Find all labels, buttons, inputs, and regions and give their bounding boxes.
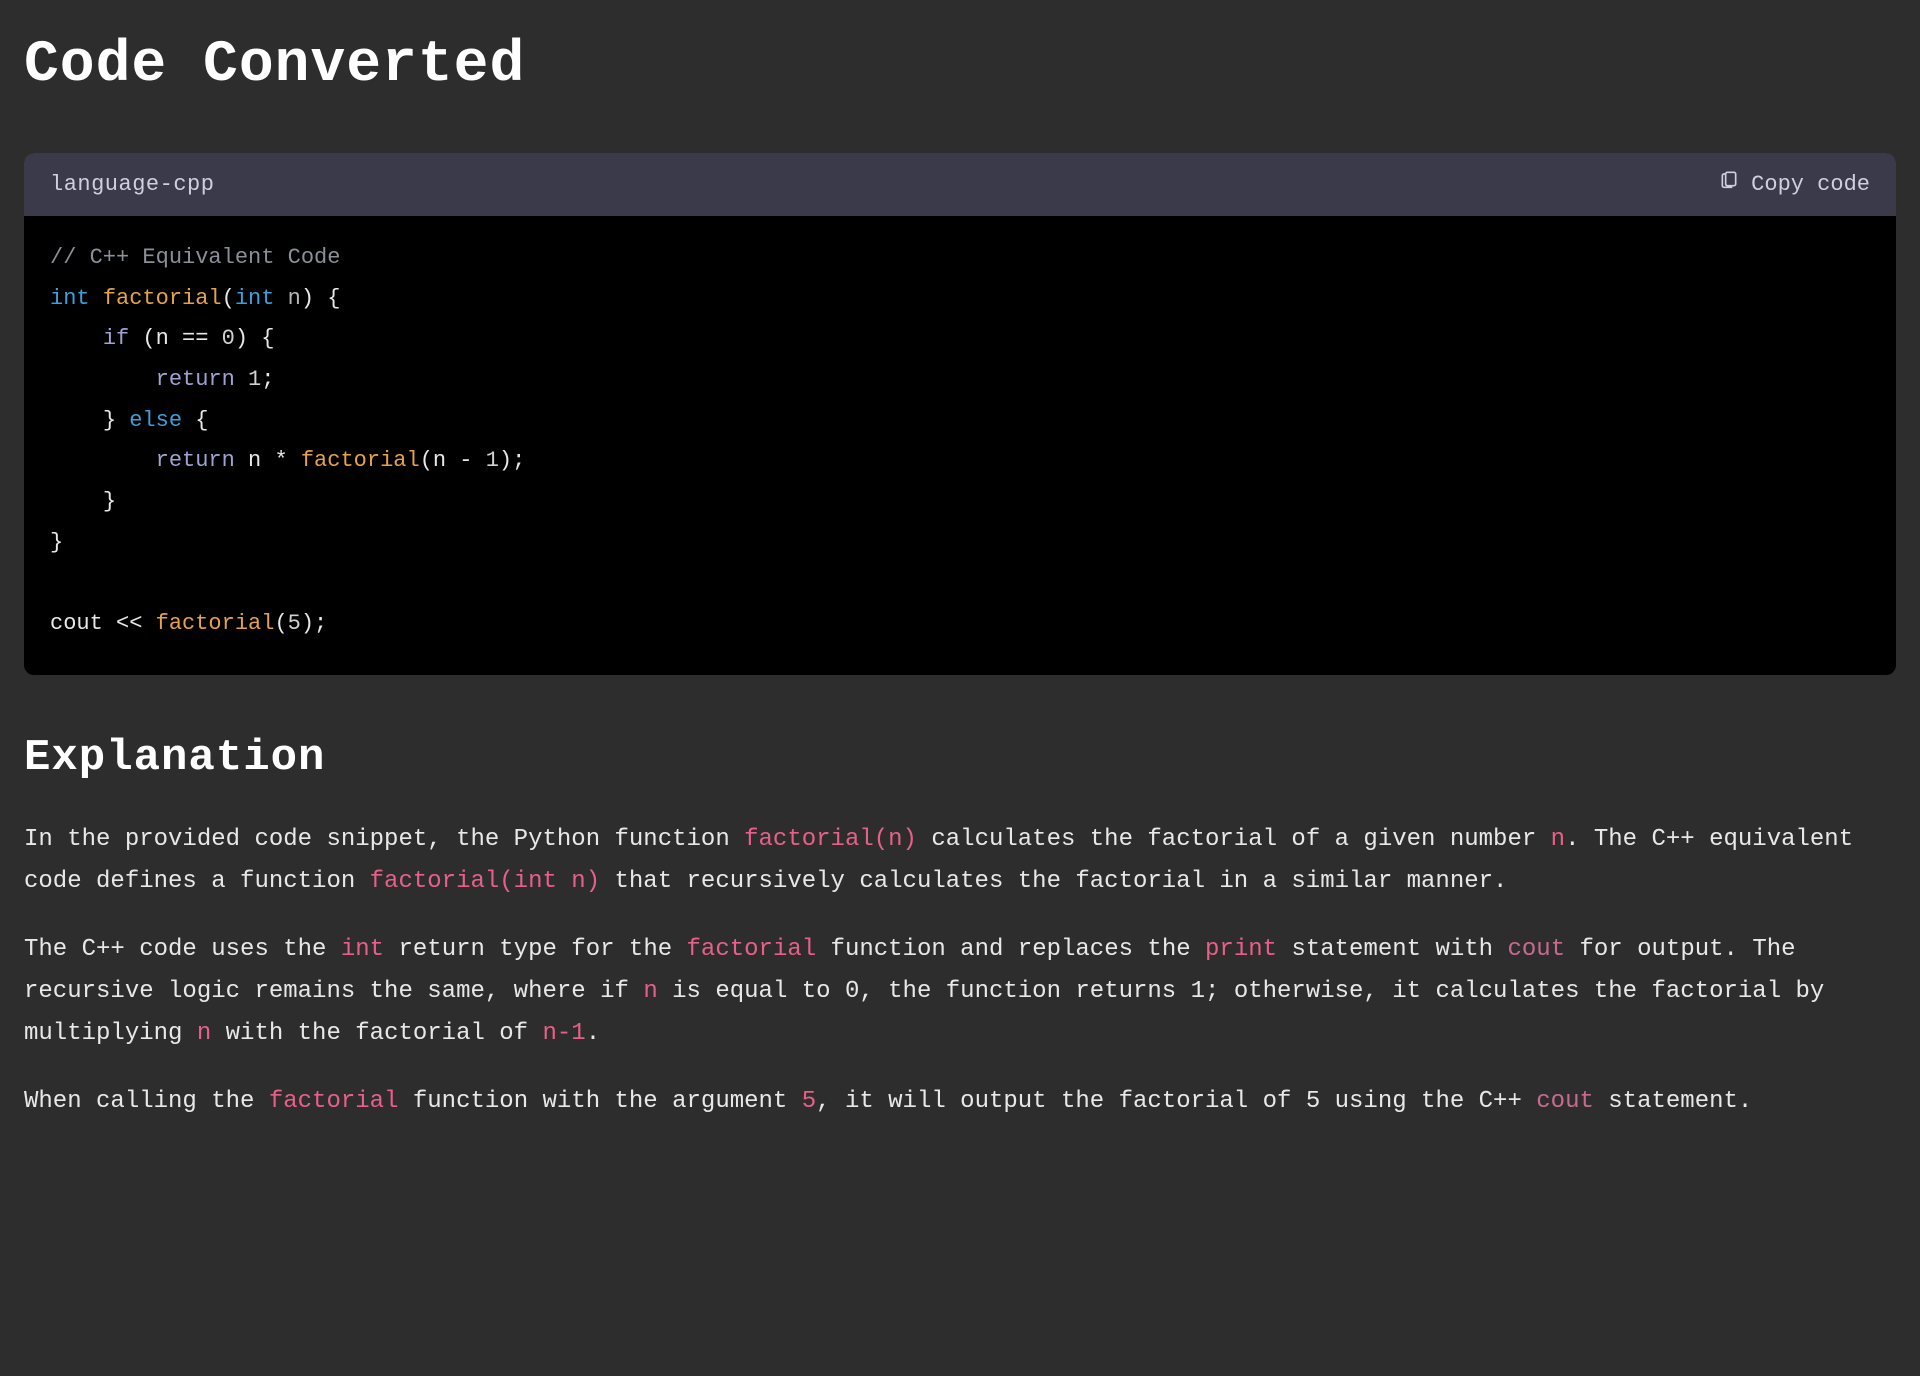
explanation-paragraph: The C++ code uses the int return type fo…: [24, 929, 1896, 1055]
page-title: Code Converted: [24, 20, 1896, 113]
code-language-label: language-cpp: [50, 167, 214, 202]
copy-code-label: Copy code: [1751, 167, 1870, 202]
clipboard-icon: [1719, 167, 1739, 202]
explanation-paragraph: In the provided code snippet, the Python…: [24, 819, 1896, 903]
code-header: language-cpp Copy code: [24, 153, 1896, 216]
explanation-body: In the provided code snippet, the Python…: [24, 819, 1896, 1123]
explanation-title: Explanation: [24, 723, 1896, 793]
copy-code-button[interactable]: Copy code: [1719, 167, 1870, 202]
code-content: // C++ Equivalent Code int factorial(int…: [24, 216, 1896, 675]
code-block: language-cpp Copy code // C++ Equivalent…: [24, 153, 1896, 675]
explanation-paragraph: When calling the factorial function with…: [24, 1081, 1896, 1123]
